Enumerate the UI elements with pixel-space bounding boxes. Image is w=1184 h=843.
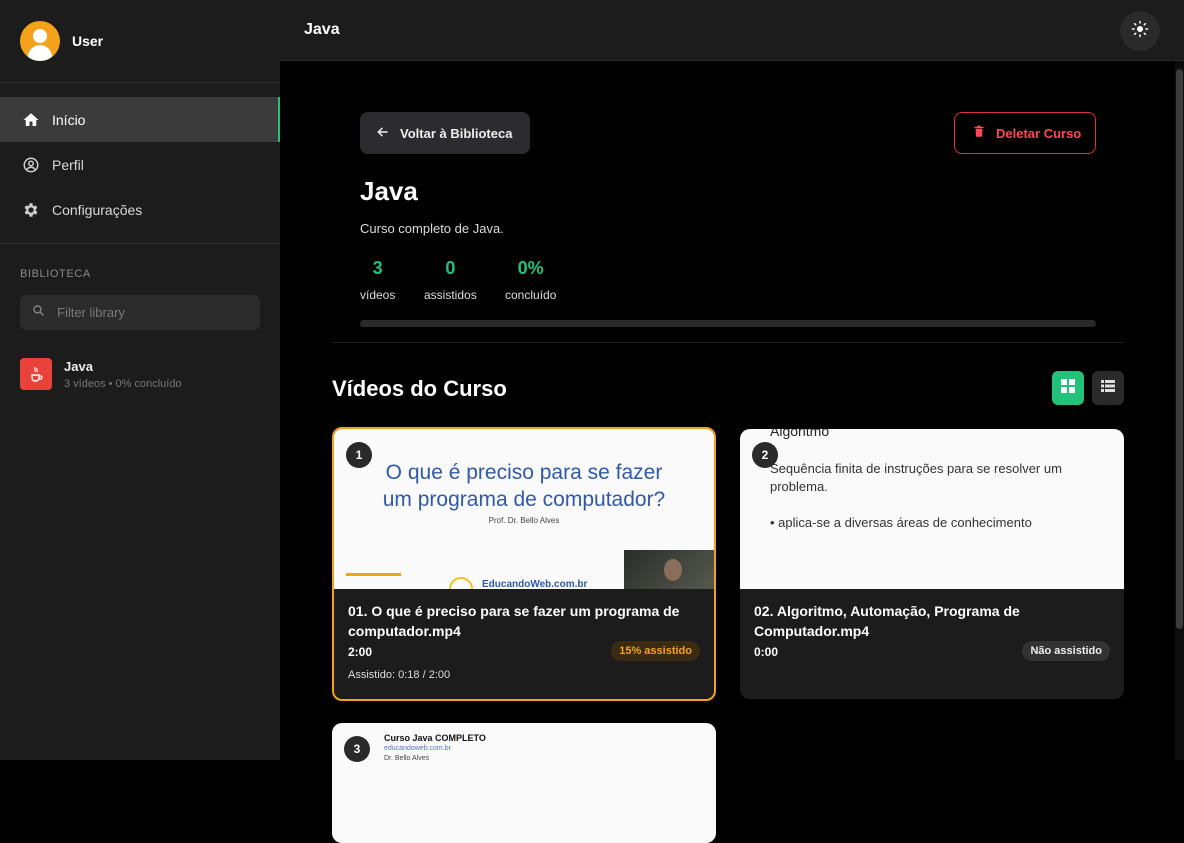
video-card[interactable]: O que é preciso para se fazer um program…	[332, 427, 716, 701]
sidebar-item-label: Início	[52, 111, 86, 128]
main-scrollbar[interactable]	[1175, 61, 1184, 760]
scrollbar-thumb[interactable]	[1176, 69, 1183, 629]
page-title: Java	[304, 21, 340, 38]
video-card[interactable]: Algoritmo Sequência finita de instruções…	[740, 429, 1124, 699]
video-card[interactable]: Curso Java COMPLETO educandoweb.com.br D…	[332, 723, 716, 843]
sidebar-item-inicio[interactable]: Início	[0, 97, 280, 142]
library-section-label: BIBLIOTECA	[20, 268, 91, 280]
thumbnail-text: educandoweb.com.br	[384, 745, 451, 752]
stat-value: 0%	[517, 258, 544, 278]
stat-completed: 0% concluído	[505, 258, 556, 302]
stat-videos: 3 vídeos	[360, 258, 395, 302]
presenter-face	[664, 559, 682, 581]
thumbnail-url: EducandoWeb.com.br	[482, 579, 588, 589]
library-item-java[interactable]: Java 3 vídeos • 0% concluído	[20, 358, 182, 390]
library-item-title: Java	[64, 358, 93, 374]
back-to-library-button[interactable]: Voltar à Biblioteca	[360, 112, 530, 154]
video-title: 01. O que é preciso para se fazer um pro…	[348, 603, 680, 639]
java-icon	[20, 358, 52, 390]
section-divider	[332, 342, 1124, 343]
video-title: 02. Algoritmo, Automação, Programa de Co…	[754, 603, 1020, 639]
stat-label: assistidos	[424, 288, 477, 302]
video-number-badge: 1	[346, 442, 372, 468]
delete-course-button[interactable]: Deletar Curso	[954, 112, 1096, 154]
sidebar: User Início Perfil Configurações BIBLIOT…	[0, 0, 280, 760]
stat-label: concluído	[505, 288, 557, 302]
list-view-button[interactable]	[1092, 371, 1124, 405]
thumbnail-heading: Algoritmo	[770, 429, 830, 439]
library-filter-input[interactable]	[57, 305, 247, 320]
watched-progress-text: Assistido: 0:18 / 2:00	[348, 669, 451, 681]
video-thumbnail[interactable]: Algoritmo Sequência finita de instruções…	[740, 429, 1124, 589]
trash-icon	[972, 124, 986, 142]
course-progress-bar	[360, 320, 1096, 327]
video-number-badge: 3	[344, 736, 370, 762]
stat-value: 0	[445, 258, 456, 278]
list-icon	[1101, 379, 1115, 397]
video-number-badge: 2	[752, 442, 778, 468]
library-filter[interactable]	[20, 295, 260, 330]
videos-section-title: Vídeos do Curso	[332, 376, 507, 401]
video-thumbnail[interactable]: Curso Java COMPLETO educandoweb.com.br D…	[332, 723, 716, 843]
thumbnail-text: Sequência finita de instruções para se r…	[770, 461, 1062, 476]
thumbnail-accent-bar	[346, 573, 401, 576]
sun-icon	[1131, 20, 1149, 43]
user-name: User	[72, 33, 104, 49]
grid-icon	[1061, 378, 1075, 398]
sidebar-item-configuracoes[interactable]: Configurações	[0, 187, 280, 232]
back-button-label: Voltar à Biblioteca	[400, 125, 513, 141]
thumbnail-title: Curso Java COMPLETO	[384, 733, 486, 743]
course-description: Curso completo de Java.	[360, 221, 504, 236]
watch-status-badge: 15% assistido	[611, 641, 700, 661]
thumbnail-text: Dr. Bello Alves	[384, 755, 430, 762]
home-icon	[22, 111, 40, 129]
thumbnail-text: problema.	[770, 479, 828, 494]
library-item-meta: 3 vídeos • 0% concluído	[64, 377, 182, 390]
search-icon	[32, 304, 45, 322]
grid-view-button[interactable]	[1052, 371, 1084, 405]
thumbnail-subtitle: Prof. Dr. Bello Alves	[488, 516, 560, 525]
sidebar-item-label: Configurações	[52, 201, 143, 218]
course-title: Java	[360, 176, 418, 206]
sidebar-nav: Início Perfil Configurações	[0, 97, 280, 232]
top-header: Java	[280, 0, 1184, 61]
stat-label: vídeos	[360, 288, 396, 302]
profile-icon	[22, 156, 40, 174]
brand-logo-icon	[449, 577, 473, 589]
sidebar-divider	[0, 82, 280, 83]
video-thumbnail[interactable]: O que é preciso para se fazer um program…	[334, 429, 714, 589]
watch-status-badge: Não assistido	[1022, 641, 1110, 661]
stat-watched: 0 assistidos	[424, 258, 477, 302]
sidebar-divider	[0, 243, 280, 244]
user-profile[interactable]: User	[20, 21, 103, 61]
avatar	[20, 21, 60, 61]
stat-value: 3	[372, 258, 383, 278]
thumbnail-title: O que é preciso para se fazer um program…	[382, 461, 666, 511]
arrow-left-icon	[376, 125, 390, 142]
thumbnail-text: • aplica-se a diversas áreas de conhecim…	[770, 515, 1032, 530]
sidebar-item-perfil[interactable]: Perfil	[0, 142, 280, 187]
gear-icon	[22, 201, 40, 219]
theme-toggle-button[interactable]	[1120, 11, 1160, 51]
sidebar-item-label: Perfil	[52, 156, 84, 173]
delete-button-label: Deletar Curso	[996, 125, 1082, 141]
